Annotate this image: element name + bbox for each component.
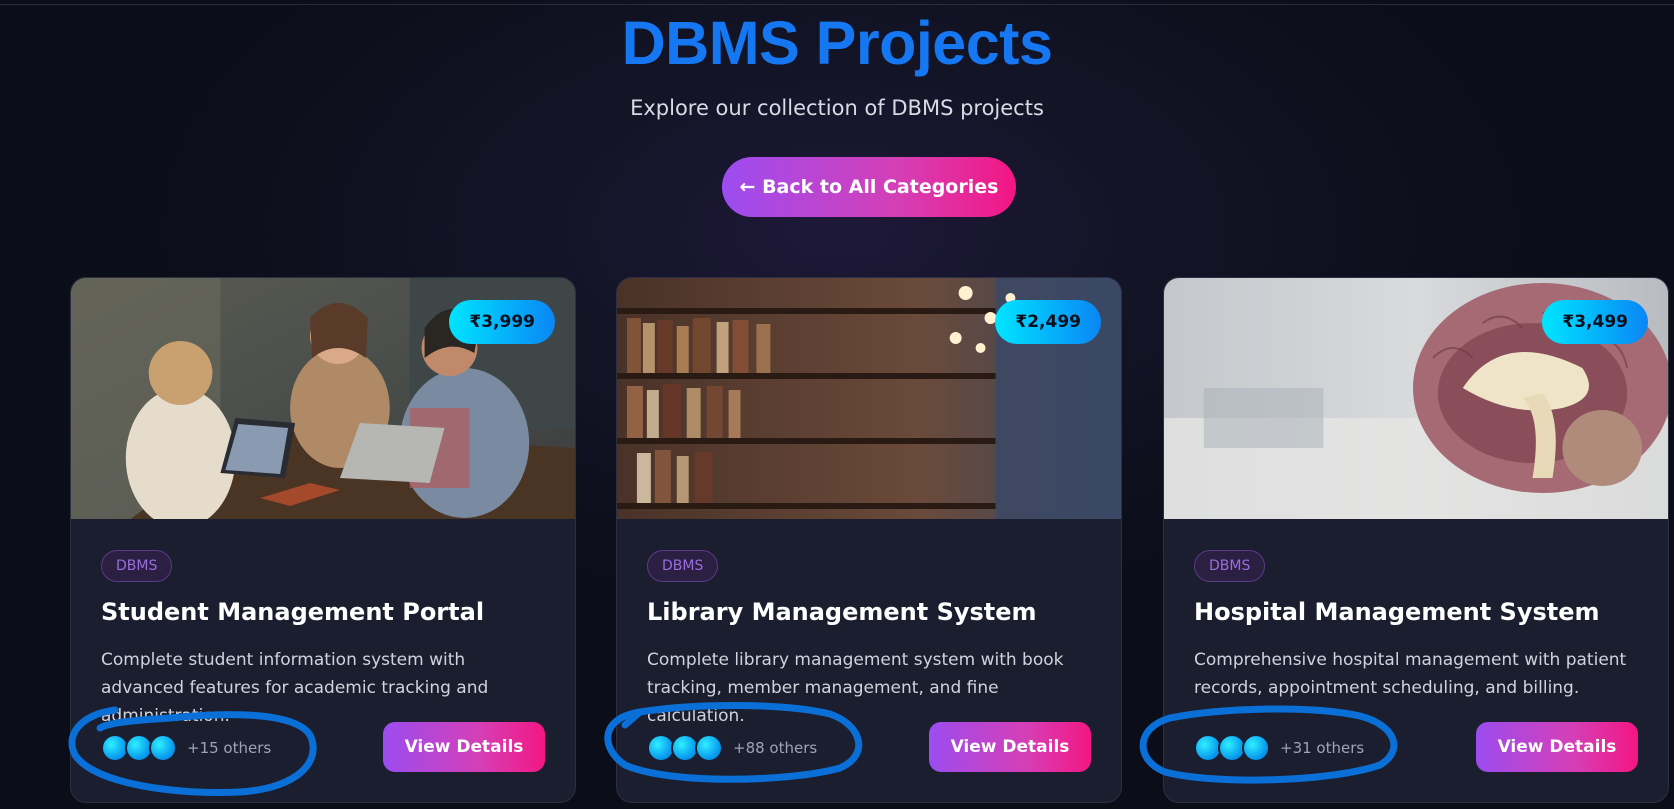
project-description: Complete student information system with…: [101, 650, 489, 726]
view-details-button[interactable]: View Details: [929, 722, 1091, 772]
project-description: Comprehensive hospital management with p…: [1194, 650, 1627, 698]
others-count: +31 others: [1280, 739, 1365, 757]
price-badge: ₹3,499: [1542, 300, 1648, 344]
page-subtitle: Explore our collection of DBMS projects: [630, 96, 1044, 120]
view-details-button[interactable]: View Details: [1476, 722, 1638, 772]
project-image-brain-model: ₹3,499: [1164, 278, 1668, 519]
project-image-library: ₹2,499: [617, 278, 1121, 519]
back-to-categories-button[interactable]: ← Back to All Categories: [722, 157, 1016, 217]
project-title: Library Management System: [647, 598, 1037, 626]
view-details-button[interactable]: View Details: [383, 722, 545, 772]
project-card-hospital[interactable]: ₹3,499 DBMS Hospital Management System C…: [1163, 277, 1669, 803]
project-description: Complete library management system with …: [647, 650, 1064, 726]
project-image-students: ₹3,999: [71, 278, 575, 519]
avatar: [149, 734, 177, 762]
top-divider: [0, 4, 1674, 5]
price-badge: ₹3,999: [449, 300, 555, 344]
category-tag: DBMS: [1194, 550, 1266, 582]
others-count: +15 others: [187, 739, 272, 757]
others-count: +88 others: [733, 739, 818, 757]
price-badge: ₹2,499: [995, 300, 1101, 344]
buyer-avatars: +31 others: [1194, 733, 1364, 763]
project-title: Hospital Management System: [1194, 598, 1600, 626]
buyer-avatars: +15 others: [101, 733, 271, 763]
project-card-library[interactable]: ₹2,499 DBMS Library Management System Co…: [616, 277, 1122, 803]
category-tag: DBMS: [101, 550, 173, 582]
project-card-student[interactable]: ₹3,999 DBMS Student Management Portal Co…: [70, 277, 576, 803]
buyer-avatars: +88 others: [647, 733, 817, 763]
avatar: [695, 734, 723, 762]
project-title: Student Management Portal: [101, 598, 485, 626]
avatar: [1242, 734, 1270, 762]
page-title: DBMS Projects: [621, 9, 1053, 77]
category-tag: DBMS: [647, 550, 719, 582]
